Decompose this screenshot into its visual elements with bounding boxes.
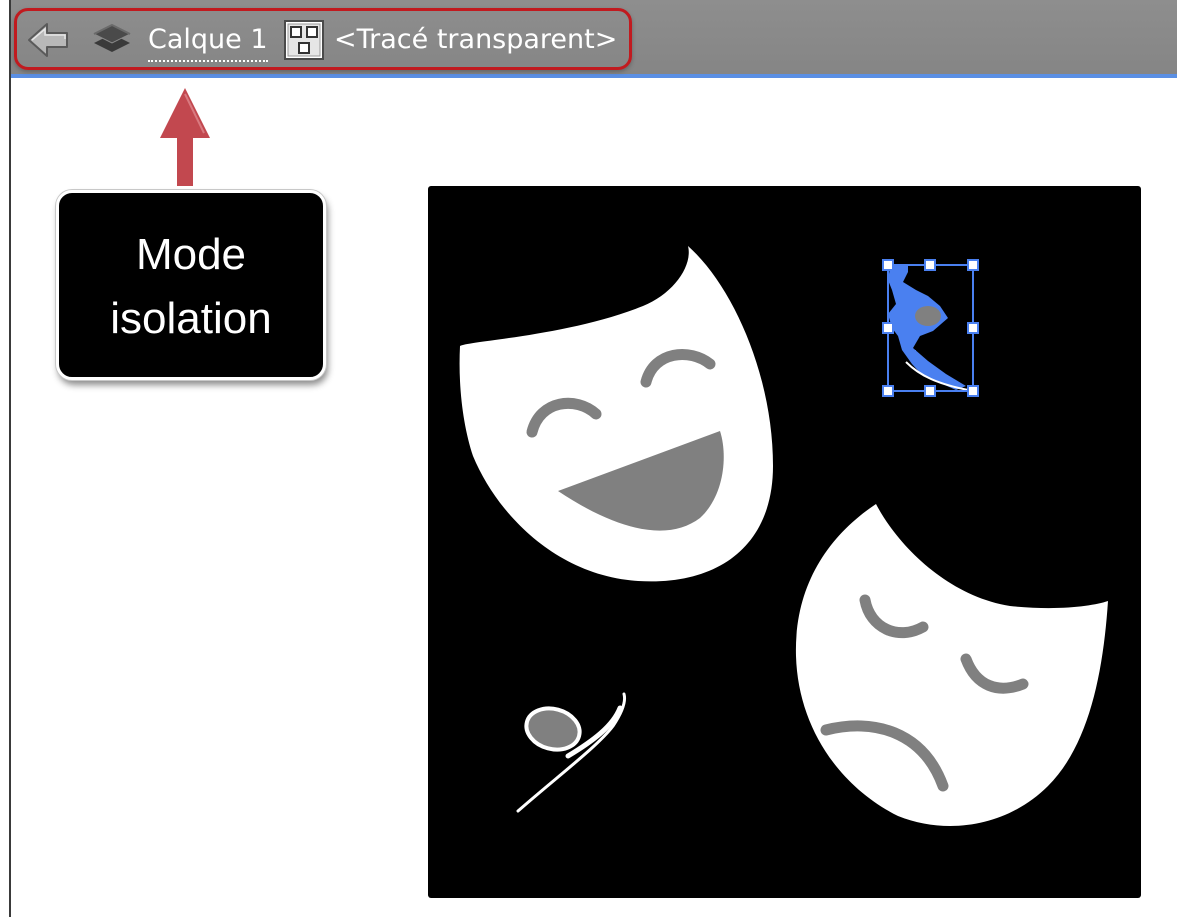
comedy-mask-face xyxy=(459,246,773,582)
handle-top-right[interactable] xyxy=(967,259,979,271)
up-arrow-icon xyxy=(160,88,210,186)
handle-top-center[interactable] xyxy=(924,259,936,271)
canvas: Calque 1 <Tracé transparent> Mode isolat… xyxy=(0,0,1177,917)
handle-bottom-right[interactable] xyxy=(967,385,979,397)
selected-path-shape xyxy=(888,264,966,390)
tragedy-mask[interactable] xyxy=(795,504,1108,826)
callout-line-2: isolation xyxy=(110,294,272,343)
isolation-bar-divider xyxy=(11,74,1177,78)
highlight-frame xyxy=(14,8,632,70)
anchor-point[interactable] xyxy=(908,350,916,358)
anchor-point[interactable] xyxy=(900,264,908,272)
handle-bottom-left[interactable] xyxy=(882,385,894,397)
ribbon-ornament[interactable] xyxy=(516,692,627,813)
artboard xyxy=(428,186,1141,898)
handle-bottom-center[interactable] xyxy=(924,385,936,397)
artwork xyxy=(459,246,1108,826)
selected-path[interactable] xyxy=(882,259,979,397)
callout-line-1: Mode xyxy=(135,230,247,279)
selected-path-core xyxy=(915,306,941,326)
handle-top-left[interactable] xyxy=(882,259,894,271)
tragedy-mask-face xyxy=(795,504,1108,826)
mode-isolation-callout: Mode isolation xyxy=(56,190,326,380)
handle-middle-left[interactable] xyxy=(882,322,894,334)
handle-middle-right[interactable] xyxy=(967,322,979,334)
window-edge xyxy=(0,0,11,917)
comedy-mask[interactable] xyxy=(459,246,773,582)
ribbon-loop xyxy=(524,706,582,752)
